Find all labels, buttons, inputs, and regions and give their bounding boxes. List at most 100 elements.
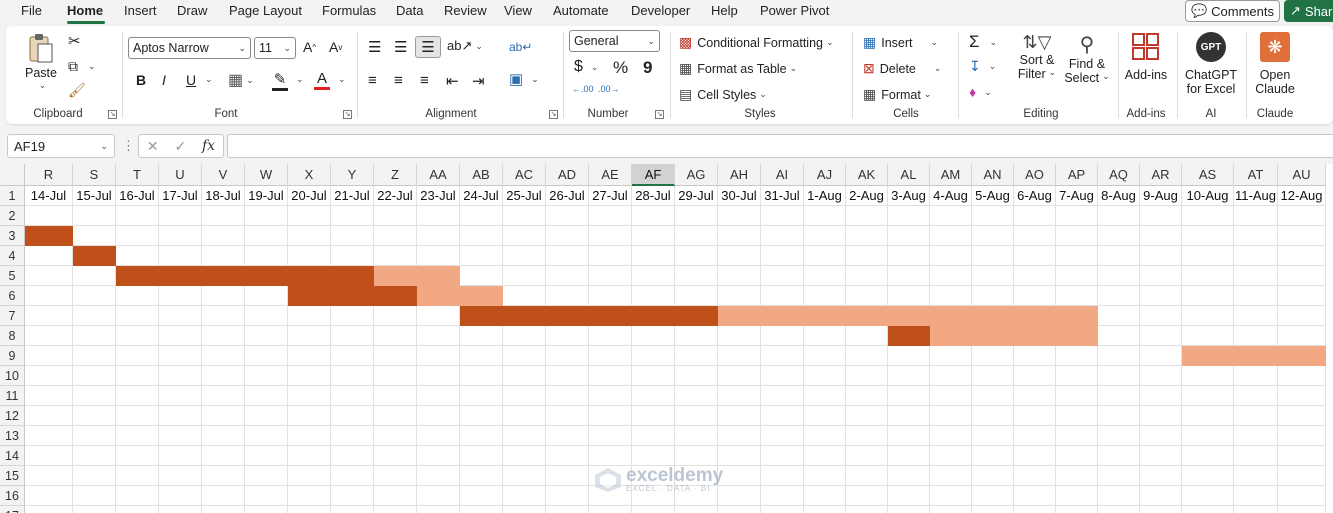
- increase-font-icon[interactable]: A ^: [303, 39, 316, 55]
- cell-AG14[interactable]: [675, 446, 718, 466]
- cell-AH6[interactable]: [718, 286, 761, 306]
- cell-AD15[interactable]: [546, 466, 589, 486]
- cell-AD2[interactable]: [546, 206, 589, 226]
- filled-range-row-8-AL-AL[interactable]: [888, 326, 930, 346]
- copy-icon[interactable]: ⧉ ⌄: [68, 58, 96, 75]
- tab-file[interactable]: File: [21, 3, 42, 18]
- cell-AP17[interactable]: [1056, 506, 1098, 513]
- cell-V13[interactable]: [202, 426, 245, 446]
- cell-AC1[interactable]: 25-Jul: [503, 186, 546, 206]
- cell-X1[interactable]: 20-Jul: [288, 186, 331, 206]
- cell-X10[interactable]: [288, 366, 331, 386]
- cell-AM17[interactable]: [930, 506, 972, 513]
- tab-help[interactable]: Help: [711, 3, 738, 18]
- cell-R16[interactable]: [25, 486, 73, 506]
- row-header-16[interactable]: 16: [0, 486, 25, 506]
- format-painter-icon[interactable]: 🖌: [68, 82, 86, 99]
- cell-AR14[interactable]: [1140, 446, 1182, 466]
- cell-AJ1[interactable]: 1-Aug: [804, 186, 846, 206]
- cell-AH17[interactable]: [718, 506, 761, 513]
- cell-AJ10[interactable]: [804, 366, 846, 386]
- cell-W13[interactable]: [245, 426, 288, 446]
- underline-button[interactable]: U: [186, 72, 196, 88]
- cell-AQ8[interactable]: [1098, 326, 1140, 346]
- cell-AI3[interactable]: [761, 226, 804, 246]
- column-header-S[interactable]: S: [73, 164, 116, 186]
- tab-view[interactable]: View: [504, 3, 532, 18]
- cell-AU13[interactable]: [1278, 426, 1326, 446]
- cell-T8[interactable]: [116, 326, 159, 346]
- cell-AI8[interactable]: [761, 326, 804, 346]
- column-header-AG[interactable]: AG: [675, 164, 718, 186]
- cell-AF4[interactable]: [632, 246, 675, 266]
- cell-AA4[interactable]: [417, 246, 460, 266]
- tab-insert[interactable]: Insert: [124, 3, 157, 18]
- cell-U1[interactable]: 17-Jul: [159, 186, 202, 206]
- cell-AS12[interactable]: [1182, 406, 1234, 426]
- cell-AQ13[interactable]: [1098, 426, 1140, 446]
- cell-Y9[interactable]: [331, 346, 374, 366]
- cell-AU10[interactable]: [1278, 366, 1326, 386]
- cell-AR3[interactable]: [1140, 226, 1182, 246]
- cell-AM1[interactable]: 4-Aug: [930, 186, 972, 206]
- cell-AO1[interactable]: 6-Aug: [1014, 186, 1056, 206]
- filled-range-row-7-AB-AG[interactable]: [460, 306, 718, 326]
- cell-AQ2[interactable]: [1098, 206, 1140, 226]
- cell-AO10[interactable]: [1014, 366, 1056, 386]
- cell-AQ3[interactable]: [1098, 226, 1140, 246]
- cell-T6[interactable]: [116, 286, 159, 306]
- cell-AK4[interactable]: [846, 246, 888, 266]
- cell-AO11[interactable]: [1014, 386, 1056, 406]
- cell-AP3[interactable]: [1056, 226, 1098, 246]
- cell-V15[interactable]: [202, 466, 245, 486]
- tab-power-pivot[interactable]: Power Pivot: [760, 3, 829, 18]
- cell-S10[interactable]: [73, 366, 116, 386]
- cell-AI9[interactable]: [761, 346, 804, 366]
- cell-AH2[interactable]: [718, 206, 761, 226]
- cell-T16[interactable]: [116, 486, 159, 506]
- row-header-1[interactable]: 1: [0, 186, 25, 206]
- cell-R2[interactable]: [25, 206, 73, 226]
- cell-W11[interactable]: [245, 386, 288, 406]
- cell-AC10[interactable]: [503, 366, 546, 386]
- cell-AB12[interactable]: [460, 406, 503, 426]
- cell-AJ15[interactable]: [804, 466, 846, 486]
- cell-S5[interactable]: [73, 266, 116, 286]
- cell-AS15[interactable]: [1182, 466, 1234, 486]
- filled-range-row-4-S-S[interactable]: [73, 246, 116, 266]
- cell-Y11[interactable]: [331, 386, 374, 406]
- align-left-icon[interactable]: ≡: [368, 72, 377, 89]
- cell-AI6[interactable]: [761, 286, 804, 306]
- cell-T14[interactable]: [116, 446, 159, 466]
- cell-AP9[interactable]: [1056, 346, 1098, 366]
- cell-AN3[interactable]: [972, 226, 1014, 246]
- chatgpt-button[interactable]: GPT ChatGPT for Excel: [1183, 32, 1239, 96]
- cell-W15[interactable]: [245, 466, 288, 486]
- cell-Y10[interactable]: [331, 366, 374, 386]
- cell-Y8[interactable]: [331, 326, 374, 346]
- column-header-AM[interactable]: AM: [930, 164, 972, 186]
- cell-AQ5[interactable]: [1098, 266, 1140, 286]
- cell-AD16[interactable]: [546, 486, 589, 506]
- cell-AG13[interactable]: [675, 426, 718, 446]
- tab-home[interactable]: Home: [67, 3, 103, 18]
- cell-AI13[interactable]: [761, 426, 804, 446]
- cell-AS7[interactable]: [1182, 306, 1234, 326]
- row-header-12[interactable]: 12: [0, 406, 25, 426]
- cell-T3[interactable]: [116, 226, 159, 246]
- cell-V8[interactable]: [202, 326, 245, 346]
- cell-AA11[interactable]: [417, 386, 460, 406]
- cell-AN15[interactable]: [972, 466, 1014, 486]
- cell-AJ6[interactable]: [804, 286, 846, 306]
- cell-U7[interactable]: [159, 306, 202, 326]
- select-all-corner[interactable]: [0, 164, 25, 186]
- cell-AD1[interactable]: 26-Jul: [546, 186, 589, 206]
- cell-X14[interactable]: [288, 446, 331, 466]
- cell-AT14[interactable]: [1234, 446, 1278, 466]
- cell-AM2[interactable]: [930, 206, 972, 226]
- cell-AE6[interactable]: [589, 286, 632, 306]
- cell-AF1[interactable]: 28-Jul: [632, 186, 675, 206]
- cell-AJ9[interactable]: [804, 346, 846, 366]
- cell-AE9[interactable]: [589, 346, 632, 366]
- cell-AP5[interactable]: [1056, 266, 1098, 286]
